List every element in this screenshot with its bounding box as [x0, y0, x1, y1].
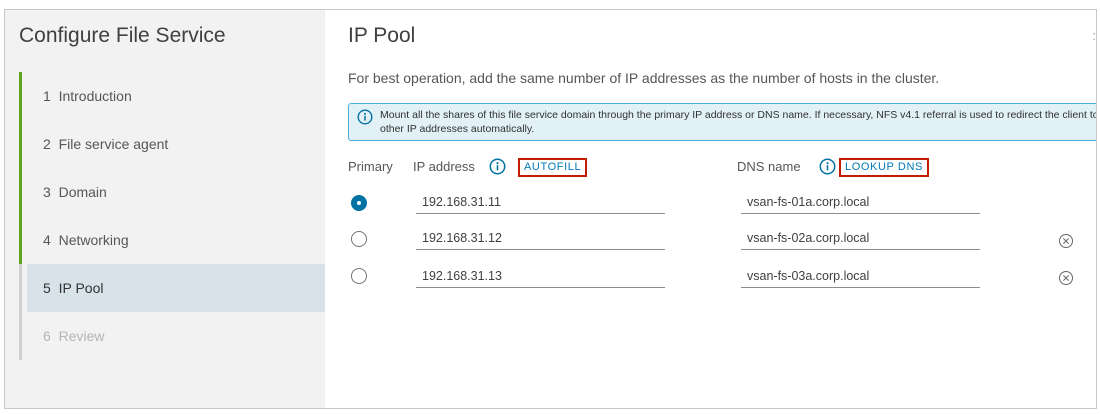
lookup-dns-button[interactable]: LOOKUP DNS — [839, 158, 929, 177]
ip-address-column-header: IP address — [413, 159, 475, 174]
step-label: Domain — [58, 184, 107, 200]
wizard-sidebar: Configure File Service 1 Introduction 2 … — [5, 10, 325, 408]
step-label: IP Pool — [58, 280, 104, 296]
autofill-button[interactable]: AUTOFILL — [518, 158, 588, 177]
step-number: 5 — [43, 280, 51, 296]
wizard-title: Configure File Service — [19, 24, 226, 47]
ip-address-field[interactable]: 192.168.31.12 — [416, 228, 665, 250]
ip-address-field[interactable]: 192.168.31.13 — [416, 266, 665, 288]
alert-text: Mount all the shares of this file servic… — [380, 109, 1097, 135]
step-progress-bar — [19, 168, 22, 216]
dns-name-field[interactable]: vsan-fs-03a.corp.local — [741, 266, 980, 288]
primary-radio[interactable] — [351, 231, 367, 247]
dns-name-field[interactable]: vsan-fs-02a.corp.local — [741, 228, 980, 250]
main-content: IP Pool : For best operation, add the sa… — [325, 10, 1096, 408]
ip-address-field[interactable]: 192.168.31.11 — [416, 192, 665, 214]
info-circle-icon — [357, 109, 373, 125]
step-number: 6 — [43, 328, 51, 344]
page-description: For best operation, add the same number … — [348, 70, 940, 86]
remove-circle-icon[interactable] — [1058, 270, 1074, 286]
info-circle-icon[interactable] — [489, 158, 506, 175]
step-label: Review — [58, 328, 105, 344]
step-review: 6 Review — [19, 312, 325, 360]
step-number: 4 — [43, 232, 51, 248]
step-networking[interactable]: 4 Networking — [19, 216, 325, 264]
step-progress-bar — [19, 264, 22, 312]
dns-name-field[interactable]: vsan-fs-01a.corp.local — [741, 192, 980, 214]
info-circle-icon[interactable] — [819, 158, 836, 175]
wizard-steps: 1 Introduction 2 File service agent 3 Do… — [19, 72, 325, 360]
configure-file-service-dialog: Configure File Service 1 Introduction 2 … — [4, 9, 1097, 409]
primary-radio[interactable] — [351, 195, 367, 211]
page-title: IP Pool — [348, 24, 416, 47]
step-ip-pool[interactable]: 5 IP Pool — [19, 264, 325, 312]
remove-circle-icon[interactable] — [1058, 233, 1074, 249]
step-progress-bar — [19, 72, 22, 120]
step-number: 3 — [43, 184, 51, 200]
step-number: 2 — [43, 136, 51, 152]
info-alert: Mount all the shares of this file servic… — [348, 103, 1097, 141]
step-label: Networking — [58, 232, 129, 248]
step-label: File service agent — [58, 136, 169, 152]
step-progress-bar — [19, 216, 22, 264]
step-progress-bar — [19, 312, 22, 360]
step-label: Introduction — [58, 88, 132, 104]
step-progress-bar — [19, 120, 22, 168]
step-domain[interactable]: 3 Domain — [19, 168, 325, 216]
step-introduction[interactable]: 1 Introduction — [19, 72, 325, 120]
primary-column-header: Primary — [348, 159, 393, 174]
step-file-service-agent[interactable]: 2 File service agent — [19, 120, 325, 168]
step-number: 1 — [43, 88, 51, 104]
primary-radio[interactable] — [351, 268, 367, 284]
close-icon[interactable]: : — [1092, 28, 1096, 43]
dns-name-column-header: DNS name — [737, 159, 801, 174]
